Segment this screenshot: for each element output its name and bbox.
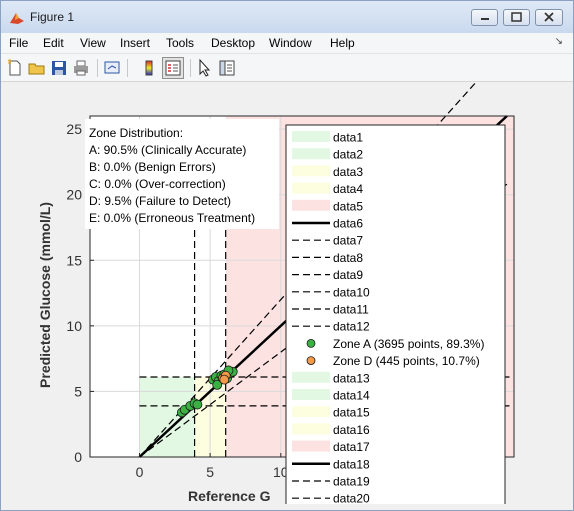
dock-arrow-icon[interactable]: ↘: [555, 36, 563, 47]
legend-patch-swatch: [292, 165, 330, 177]
insert-legend-button[interactable]: [162, 57, 184, 79]
zone-A-low: [139, 376, 195, 457]
figure-canvas: 0 5 10 0 5 10 15 20 25 Reference G Predicted Glu…: [9, 83, 567, 504]
legend-patch-swatch: [292, 440, 330, 452]
edit-plot-icon[interactable]: [195, 58, 215, 78]
toolbar-separator: [127, 59, 128, 77]
maximize-button[interactable]: [503, 9, 530, 26]
menu-edit[interactable]: Edit: [43, 36, 64, 50]
legend-entry-label: data9: [333, 268, 363, 282]
toolbar-separator: [190, 59, 191, 77]
window-title: Figure 1: [30, 10, 75, 24]
menu-window[interactable]: Window: [269, 36, 312, 50]
legend-entry-label: data5: [333, 199, 363, 213]
legend-entry-label: data1: [333, 131, 363, 145]
y-tick-label: 0: [74, 449, 82, 465]
close-button[interactable]: [535, 9, 563, 26]
save-icon[interactable]: [49, 58, 69, 78]
y-tick-label: 25: [66, 121, 82, 137]
legend-entry-label: data8: [333, 251, 363, 265]
legend-entry-label: data6: [333, 217, 363, 231]
annotation-line-1: Zone Distribution:: [89, 126, 183, 140]
x-tick-label: 0: [136, 464, 144, 480]
legend-entry-label: data3: [333, 165, 363, 179]
legend-entry-label: data7: [333, 234, 363, 248]
legend-patch-swatch: [292, 182, 330, 194]
legend-entry-label: data20: [333, 492, 370, 504]
zone-d-point: [219, 374, 230, 385]
menu-tools[interactable]: Tools: [166, 36, 194, 50]
annotation-line-3: B: 0.0% (Benign Errors): [89, 160, 216, 174]
zone-distribution-annotation: Zone Distribution: A: 90.5% (Clinically …: [85, 119, 279, 229]
minimize-icon: [481, 18, 489, 20]
legend[interactable]: data1 data2 data3 data4 data5 data6 data7 data8…: [285, 124, 506, 504]
clarke-error-grid-plot[interactable]: 0 5 100510152025 Reference G Predicted Glu…: [9, 83, 567, 504]
menu-insert[interactable]: Insert: [120, 36, 150, 50]
matlab-figure-icon: [10, 13, 24, 24]
legend-entry-label: data19: [333, 475, 370, 489]
link-plot-icon[interactable]: [102, 58, 122, 78]
legend-marker: [306, 338, 316, 348]
y-tick-label: 10: [66, 318, 82, 334]
y-tick-label: 5: [74, 383, 82, 399]
close-icon: [544, 12, 554, 22]
y-axis-label: Predicted Glucose (mmol/L): [37, 202, 53, 388]
legend-entry-label: data16: [333, 423, 370, 437]
legend-entry-label: data2: [333, 148, 363, 162]
legend-entry-label: data13: [333, 371, 370, 385]
legend-entry-label: data10: [333, 285, 370, 299]
legend-entry-label: data17: [333, 440, 370, 454]
menu-bar: File Edit View Insert Tools Desktop Wind…: [1, 33, 573, 54]
menu-help[interactable]: Help: [330, 36, 355, 50]
legend-patch-swatch: [292, 371, 330, 383]
insert-colorbar-icon[interactable]: [139, 58, 159, 78]
menu-desktop[interactable]: Desktop: [211, 36, 255, 50]
legend-entry-label: data4: [333, 182, 363, 196]
title-bar[interactable]: Figure 1: [1, 1, 573, 33]
open-file-icon[interactable]: [27, 58, 47, 78]
legend-patch-swatch: [292, 423, 330, 435]
maximize-icon: [511, 12, 522, 22]
annotation-line-4: C: 0.0% (Over-correction): [89, 177, 226, 191]
legend-entry-label: data11: [333, 303, 369, 317]
legend-entry-label: data18: [333, 457, 370, 471]
menu-view[interactable]: View: [80, 36, 106, 50]
toolbar-separator: [97, 59, 98, 77]
legend-entry-label: data15: [333, 406, 370, 420]
legend-patch-swatch: [292, 131, 330, 142]
y-tick-label: 20: [66, 187, 82, 203]
legend-patch-swatch: [292, 199, 330, 211]
figure-window: Figure 1 File Edit View Insert Tools Des…: [0, 0, 574, 511]
menu-file[interactable]: File: [9, 36, 28, 50]
zone-a-point: [192, 399, 203, 410]
minimize-button[interactable]: [471, 9, 498, 26]
legend-entry-label: Zone A (3695 points, 89.3%): [333, 337, 484, 351]
property-inspector-icon[interactable]: [217, 58, 237, 78]
legend-patch-swatch: [292, 148, 330, 160]
annotation-line-2: A: 90.5% (Clinically Accurate): [89, 143, 246, 157]
new-figure-icon[interactable]: [5, 58, 25, 78]
annotation-line-6: E: 0.0% (Erroneous Treatment): [89, 211, 255, 225]
y-tick-label: 15: [66, 252, 82, 268]
x-axis-label: Reference G: [188, 488, 271, 504]
legend-entry-label: Zone D (445 points, 10.7%): [333, 354, 480, 368]
print-icon[interactable]: [71, 58, 91, 78]
annotation-line-5: D: 9.5% (Failure to Detect): [89, 194, 231, 208]
figure-toolbar: [1, 54, 573, 82]
legend-patch-swatch: [292, 389, 330, 400]
legend-entry-label: data14: [333, 389, 370, 403]
legend-patch-swatch: [292, 406, 330, 418]
x-tick-label: 5: [206, 464, 214, 480]
legend-entry-label: data12: [333, 320, 370, 334]
legend-marker: [306, 356, 316, 366]
insert-legend-icon: [165, 60, 181, 76]
